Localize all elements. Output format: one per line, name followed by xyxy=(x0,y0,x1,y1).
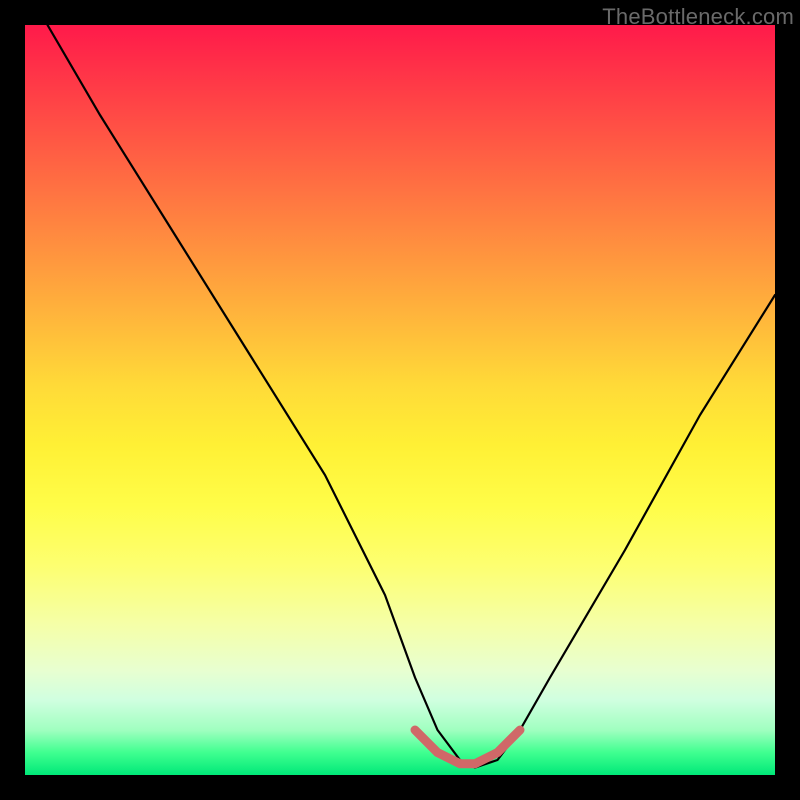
watermark-text: TheBottleneck.com xyxy=(602,4,794,30)
bottleneck-curve-path xyxy=(48,25,776,768)
chart-svg xyxy=(25,25,775,775)
chart-plot-area xyxy=(25,25,775,775)
optimal-range-highlight-path xyxy=(415,730,520,764)
